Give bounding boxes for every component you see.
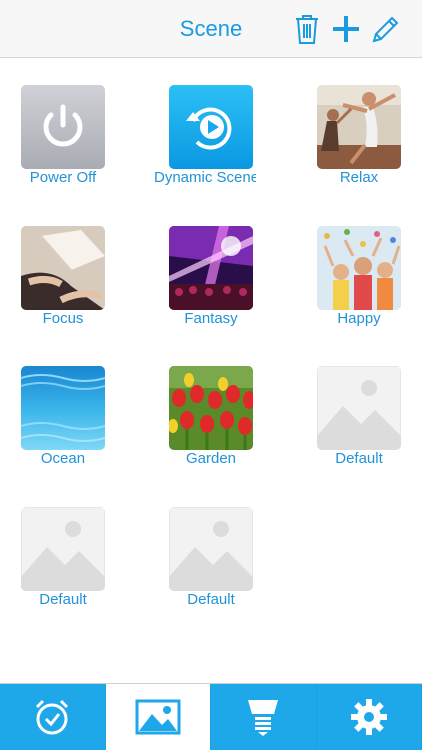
- scene-label: Focus: [42, 310, 84, 327]
- plus-icon[interactable]: [333, 16, 359, 42]
- trash-icon[interactable]: [294, 13, 320, 45]
- tab-bulb[interactable]: [211, 684, 317, 750]
- scene-tile[interactable]: Happy: [306, 226, 416, 336]
- scene-label: Default: [187, 591, 235, 608]
- scene-label: Fantasy: [184, 310, 238, 327]
- gear-icon: [350, 699, 387, 735]
- alarm-clock-icon: [36, 699, 69, 735]
- scene-label: Happy: [337, 310, 381, 327]
- pencil-icon[interactable]: [370, 15, 400, 45]
- scene-tile[interactable]: Default: [158, 507, 268, 617]
- scene-label: Default: [335, 450, 383, 467]
- picture-icon: [135, 699, 181, 735]
- scene-tile[interactable]: Garden: [158, 366, 268, 476]
- scene-label: Garden: [185, 450, 237, 467]
- bulb-icon: [248, 700, 279, 736]
- scene-tile[interactable]: Default: [10, 507, 120, 617]
- tab-scene[interactable]: [105, 684, 211, 750]
- top-bar: Scene: [0, 0, 422, 58]
- scene-tile[interactable]: Focus: [10, 226, 120, 336]
- tab-bar: [0, 683, 422, 750]
- scene-label: Relax: [339, 169, 379, 186]
- scene-label: Power Off: [29, 169, 97, 186]
- image-placeholder-icon: [169, 507, 253, 591]
- yoga-photo: [317, 85, 401, 169]
- tab-alarm[interactable]: [0, 684, 106, 750]
- scene-label: Default: [39, 591, 87, 608]
- scene-tile[interactable]: Fantasy: [158, 226, 268, 336]
- power-icon: [21, 85, 105, 169]
- scene-tile[interactable]: Ocean: [10, 366, 120, 476]
- concert-lights-photo: [169, 226, 253, 310]
- scene-label: Dynamic Scene: [154, 169, 256, 186]
- dynamic-scene-icon: [169, 85, 253, 169]
- image-placeholder-icon: [317, 366, 401, 450]
- children-photo: [317, 226, 401, 310]
- tulips-photo: [169, 366, 253, 450]
- scene-tile[interactable]: Default: [306, 366, 416, 476]
- book-photo: [21, 226, 105, 310]
- ocean-photo: [21, 366, 105, 450]
- scene-tile[interactable]: Dynamic Scene: [154, 85, 268, 195]
- tab-settings[interactable]: [316, 684, 422, 750]
- image-placeholder-icon: [21, 507, 105, 591]
- scene-tile[interactable]: Relax: [306, 85, 416, 195]
- scene-tile[interactable]: Power Off: [10, 85, 120, 195]
- scene-label: Ocean: [40, 450, 86, 467]
